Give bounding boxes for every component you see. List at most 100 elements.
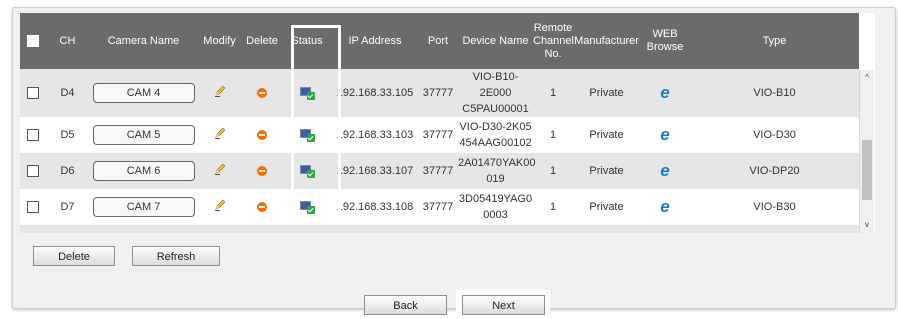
refresh-button[interactable]: Refresh [132,246,220,266]
ie-browser-icon[interactable]: e [660,162,669,179]
device-name-cell: VIO-D30-2K05 454AAG00102 [459,121,532,149]
table-scrollbar[interactable]: ^ v [859,70,874,233]
manufacturer-cell: Private [573,225,640,233]
header-status: Status [291,34,323,47]
ie-browser-icon[interactable]: e [660,84,669,101]
delete-icon[interactable] [257,202,267,213]
header-port: Port [427,34,449,47]
ie-browser-icon[interactable]: e [660,126,669,143]
camera-name-cell: CAM 7 [90,189,197,225]
channel-cell: D4 [60,87,75,99]
channel-cell: D8 [45,225,90,233]
camera-name-input[interactable]: CAM 6 [92,161,195,181]
pencil-icon[interactable] [213,162,227,181]
row-select-cell [20,189,45,225]
ip-address-cell: 192.168.33.108 [336,201,414,213]
ip-address-cell: 192.168.33.105 [336,87,414,99]
table-row[interactable]: D8CAM 8 192.168.33.145377773G01EEBPAU01Pr… [20,225,859,233]
type-cell: VIO-B30 [753,201,796,213]
row-checkbox[interactable] [26,129,39,142]
pencil-icon[interactable] [213,126,227,145]
type-cell: VIO-DP20 [749,165,800,177]
ip-address-cell: 192.168.33.103 [336,129,414,141]
delete-icon[interactable] [257,88,267,99]
next-button[interactable]: Next [462,295,545,315]
port-cell: 37777 [422,87,454,99]
type-cell: VIO-D30 [753,129,796,141]
modify-cell [197,69,242,117]
delete-button[interactable]: Delete [33,246,115,266]
status-cell [282,117,332,153]
row-select-cell [20,153,45,189]
status-icon [299,200,315,214]
status-icon [299,128,315,142]
status-cell [282,153,332,189]
delete-cell [242,117,282,153]
table-row[interactable]: D6 CAM 6 192.168.33.107 37777 2A01470YAK00 0… [20,153,859,189]
delete-icon[interactable] [257,166,267,177]
status-cell [282,189,332,225]
header-web-browse: WEB Browse [646,28,684,53]
device-table: CH Camera Name Modify Delete Status IP A… [20,13,859,233]
remote-channel-cell: 1 [549,201,557,213]
header-device-name: Device Name [462,34,529,47]
camera-name-input[interactable]: CAM 5 [92,125,195,145]
back-button[interactable]: Back [364,295,447,315]
web-browse-cell: e [640,69,690,117]
ie-browser-icon[interactable]: e [660,198,669,215]
pencil-icon[interactable] [213,84,227,103]
header-delete: Delete [246,34,278,47]
camera-name-input[interactable]: CAM 4 [92,83,195,103]
status-cell [282,225,332,233]
pencil-icon[interactable] [213,198,227,217]
modify-cell [197,189,242,225]
table-body: D4 CAM 4 192.168.33.105 37777 VIO-B10-2E000 … [20,69,859,233]
port-cell: 37777 [422,129,454,141]
modify-cell [197,225,242,233]
web-browse-cell: e [640,117,690,153]
modify-cell [197,153,242,189]
table-row[interactable]: D7 CAM 7 192.168.33.108 37777 3D05419YAG0 00… [20,189,859,225]
row-checkbox[interactable] [26,165,39,178]
header-remote-channel: Remote Channel No. [533,21,574,60]
header-manufacturer: Manufacturer [574,34,639,47]
device-name-cell: 3D05419YAG0 0003 [458,193,533,221]
camera-name-cell: CAM 6 [90,153,197,189]
header-type: Type [762,34,787,47]
manufacturer-cell: Private [589,129,624,141]
port-cell: 37777 [418,225,458,233]
delete-icon[interactable] [257,130,267,141]
row-select-cell [20,117,45,153]
manufacturer-cell: Private [589,87,624,99]
ip-address-cell: 192.168.33.107 [336,165,414,177]
scroll-up-arrow[interactable]: ^ [860,72,874,84]
port-cell: 37777 [422,165,454,177]
camera-name-cell: CAM 5 [90,117,197,153]
row-checkbox[interactable] [26,201,39,214]
type-cell: VIO-B10 [753,87,796,99]
scroll-thumb[interactable] [862,140,872,200]
device-name-cell: VIO-B10-2E000 C5PAU00001 [462,71,529,115]
modify-cell [197,117,242,153]
delete-cell [242,69,282,117]
header-camera-name: Camera Name [107,34,180,47]
channel-cell: D6 [60,165,75,177]
status-icon [299,86,315,100]
camera-name-input[interactable]: CAM 7 [92,197,195,217]
delete-cell [242,189,282,225]
manufacturer-cell: Private [589,165,624,177]
row-checkbox[interactable] [26,87,39,100]
delete-cell [242,153,282,189]
row-select-cell [20,225,45,233]
header-ch: CH [59,34,76,47]
web-browse-cell: e [640,225,690,233]
remote-channel-cell: 1 [549,165,557,177]
table-row[interactable]: D4 CAM 4 192.168.33.105 37777 VIO-B10-2E000 … [20,69,859,117]
table-header-row: CH Camera Name Modify Delete Status IP A… [20,13,859,69]
scroll-down-arrow[interactable]: v [860,219,874,231]
select-all-checkbox[interactable] [26,34,39,47]
table-row[interactable]: D5 CAM 5 192.168.33.103 37777 VIO-D30-2K05 4… [20,117,859,153]
device-name-cell: 3G01EEBPAU0 [458,225,533,233]
remote-channel-cell: 1 [533,225,573,233]
camera-name-cell: CAM 4 [90,69,197,117]
